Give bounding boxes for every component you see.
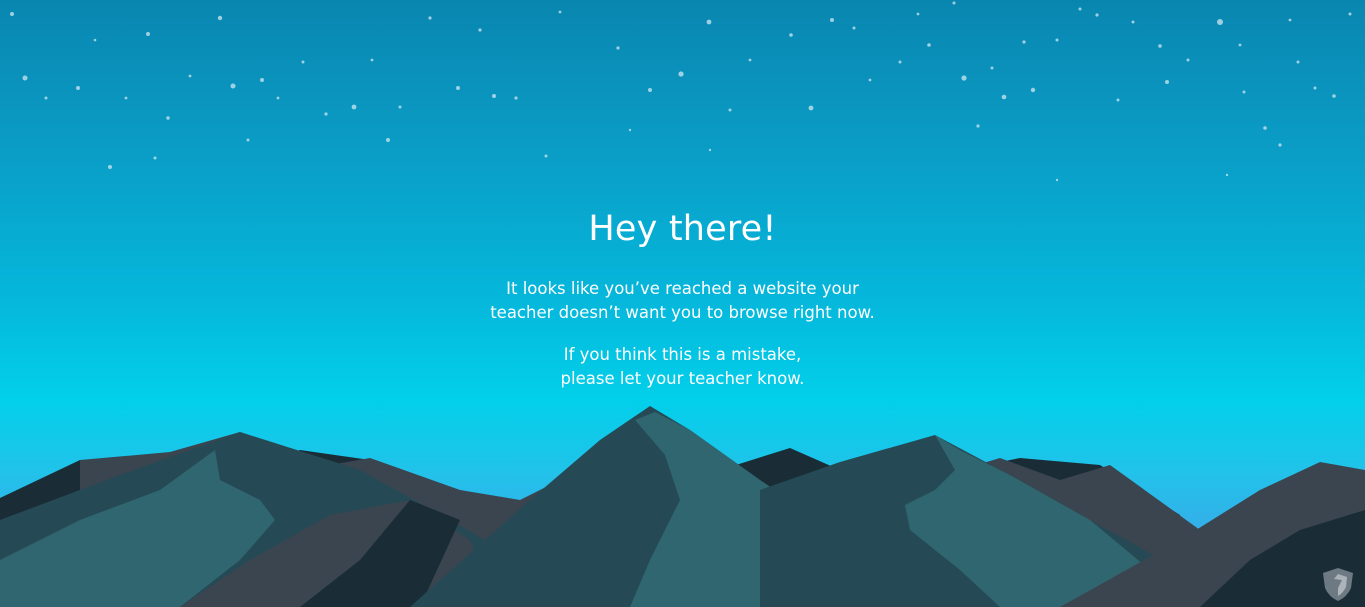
mistake-note-line-2: please let your teacher know. bbox=[560, 369, 805, 388]
block-message: Hey there! It looks like you’ve reached … bbox=[0, 205, 1365, 409]
mistake-note: If you think this is a mistake, please l… bbox=[0, 343, 1365, 391]
mistake-note-line-1: If you think this is a mistake, bbox=[563, 345, 802, 364]
block-explanation-line-1: It looks like you’ve reached a website y… bbox=[506, 279, 859, 298]
page-title: Hey there! bbox=[588, 209, 777, 249]
shield-logo-icon bbox=[1323, 568, 1353, 601]
block-explanation: It looks like you’ve reached a website y… bbox=[0, 277, 1365, 325]
block-explanation-line-2: teacher doesn’t want you to browse right… bbox=[490, 303, 875, 322]
